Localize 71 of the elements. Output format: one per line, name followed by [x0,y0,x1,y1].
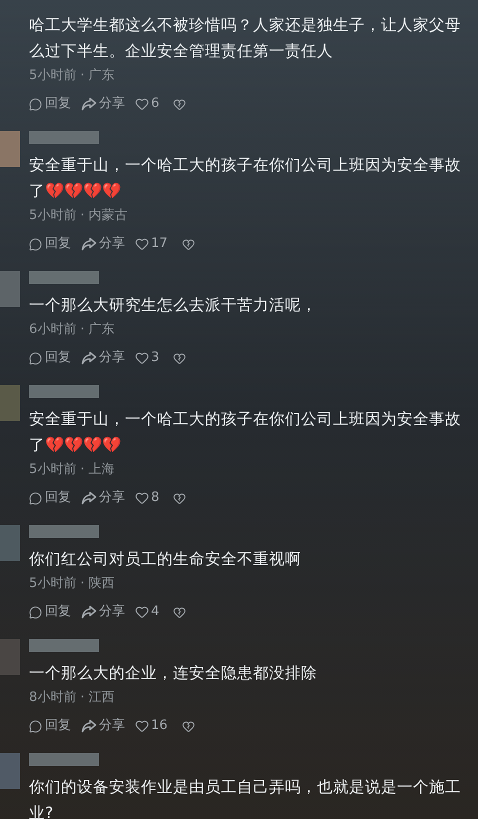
comment-icon [29,98,42,110]
reply-button[interactable]: 回复 [29,94,71,114]
like-button[interactable]: 16 [135,716,168,736]
reply-button[interactable]: 回复 [29,488,71,508]
dislike-button[interactable] [173,352,186,364]
comment-icon [29,720,42,732]
dislike-button[interactable] [173,98,186,110]
redacted-username [29,271,99,284]
comment-text: 哈工大学生都这么不被珍惜吗？人家还是独生子，让人家父母 [29,15,461,36]
heart-icon [135,237,149,251]
like-button[interactable]: 3 [135,348,160,368]
share-button[interactable]: 分享 [81,716,125,736]
reply-button[interactable]: 回复 [29,234,71,254]
share-button[interactable]: 分享 [81,488,125,508]
redacted-username [29,131,99,144]
heart-icon [135,97,149,111]
comment-text: 安全重于山，一个哈工大的孩子在你们公司上班因为安全事故 [29,409,461,430]
dislike-button[interactable] [173,606,186,618]
like-button[interactable]: 8 [135,488,160,508]
dislike-button[interactable] [173,492,186,504]
share-icon [81,351,97,365]
like-button[interactable]: 6 [135,94,160,114]
dislike-button[interactable] [182,238,195,250]
broken-heart-icon [173,352,186,364]
reply-button[interactable]: 回复 [29,348,71,368]
broken-heart-icon [182,238,195,250]
reply-button[interactable]: 回复 [29,602,71,622]
heart-icon [135,605,149,619]
share-button[interactable]: 分享 [81,602,125,622]
comment-meta: 5小时前 · 内蒙古 [29,207,128,225]
comment-text: 你们的设备安装作业是由员工自己弄吗，也就是说是一个施工 [29,777,461,798]
comment-icon [29,352,42,364]
comment-text: 一个那么大的企业，连安全隐患都没排除 [29,663,317,684]
broken-heart-icon [173,492,186,504]
share-icon [81,605,97,619]
comment-text: 安全重于山，一个哈工大的孩子在你们公司上班因为安全事故 [29,155,461,176]
redacted-username [29,639,99,652]
redacted-username [29,525,99,538]
comment-text: 了💔💔💔💔 [29,181,122,202]
like-button[interactable]: 17 [135,234,168,254]
broken-heart-icon [173,606,186,618]
broken-heart-icon [182,720,195,732]
comment-meta: 5小时前 · 陕西 [29,575,115,593]
comment-text: 了💔💔💔💔 [29,435,122,456]
comment-icon [29,606,42,618]
comment-text: 你们红公司对员工的生命安全不重视啊 [29,549,301,570]
heart-icon [135,491,149,505]
heart-icon [135,351,149,365]
like-button[interactable]: 4 [135,602,160,622]
reply-button[interactable]: 回复 [29,716,71,736]
comment-meta: 6小时前 · 广东 [29,321,115,339]
share-icon [81,237,97,251]
heart-icon [135,719,149,733]
comment-meta: 5小时前 · 广东 [29,67,115,85]
comment-icon [29,492,42,504]
comment-text: 业? [29,803,54,819]
redacted-username [29,385,99,398]
broken-heart-icon [173,98,186,110]
redacted-username [29,753,99,766]
comment-meta: 5小时前 · 上海 [29,461,115,479]
dislike-button[interactable] [182,720,195,732]
comment-meta: 8小时前 · 江西 [29,689,115,707]
share-button[interactable]: 分享 [81,348,125,368]
comment-text: 么过下半生。企业安全管理责任第一责任人 [29,41,334,62]
share-button[interactable]: 分享 [81,234,125,254]
comment-icon [29,238,42,250]
share-icon [81,491,97,505]
share-button[interactable]: 分享 [81,94,125,114]
share-icon [81,97,97,111]
comment-text: 一个那么大研究生怎么去派干苦力活呢， [29,295,317,316]
share-icon [81,719,97,733]
